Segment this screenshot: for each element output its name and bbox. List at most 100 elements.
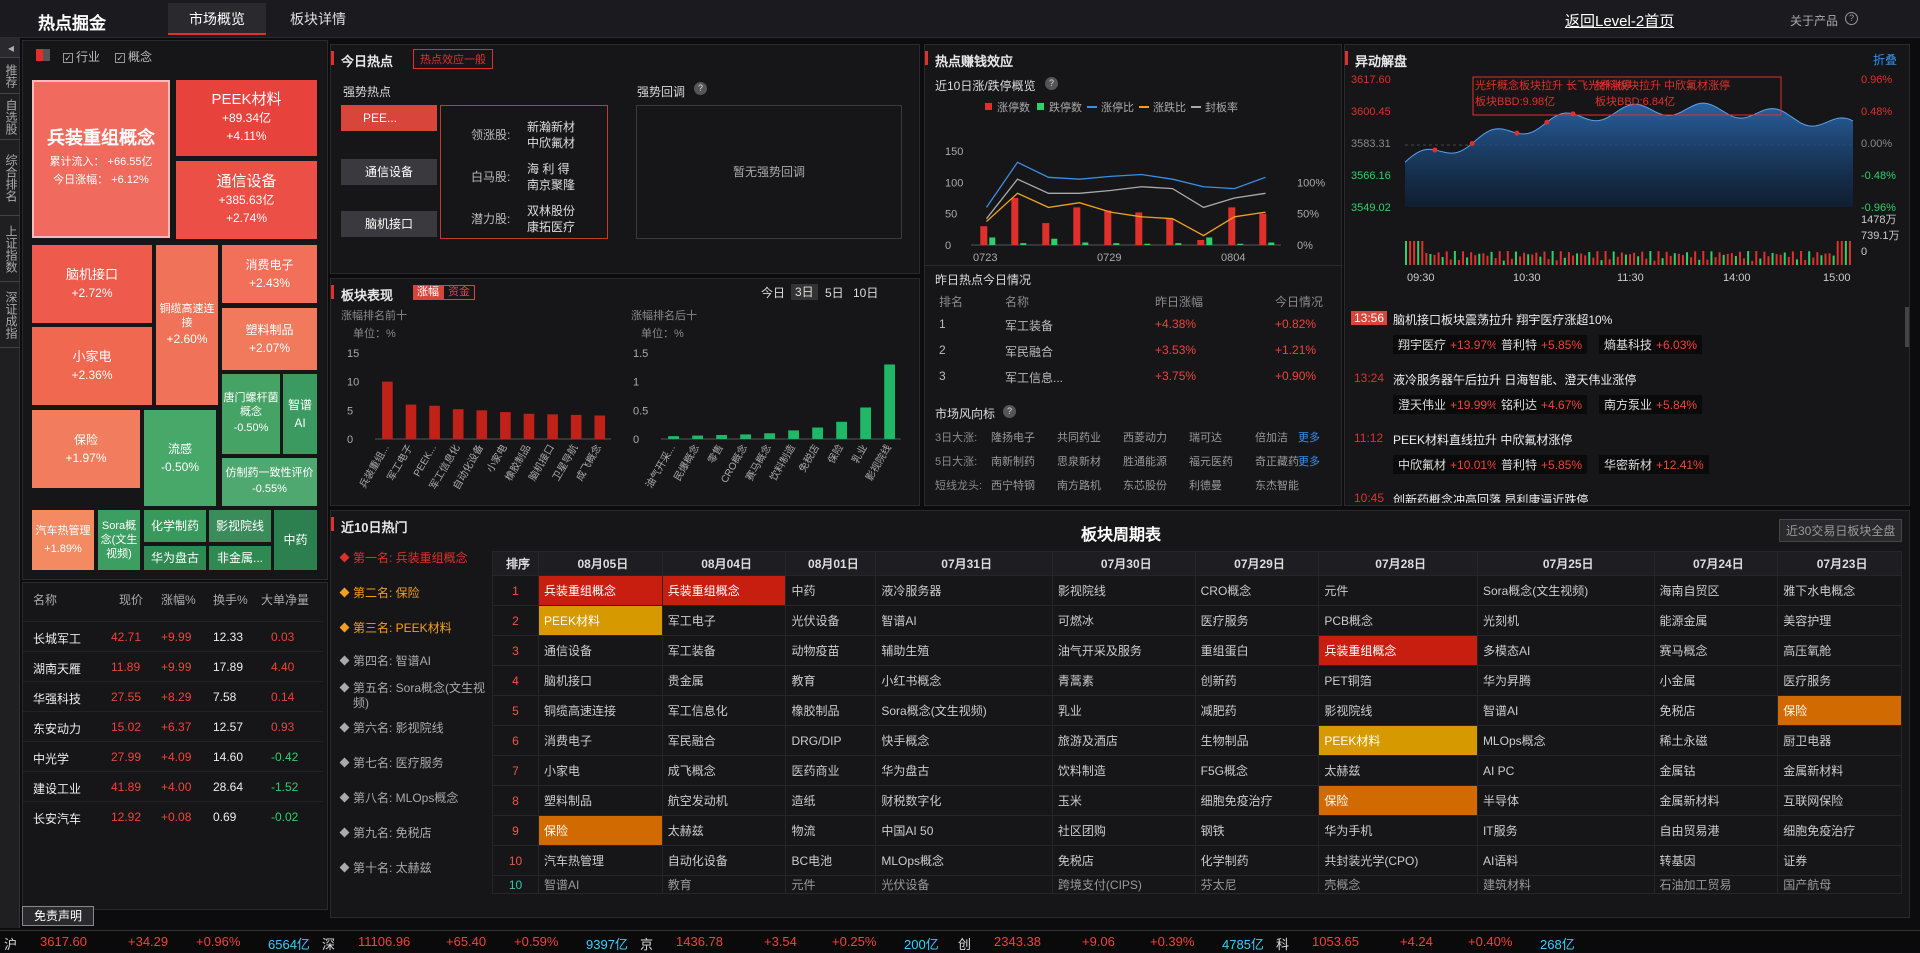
cycle-sector-cell[interactable]: 转基因 (1653, 845, 1779, 876)
cycle-sector-cell[interactable]: 通信设备 (538, 635, 663, 666)
index-name[interactable]: 科 (1276, 934, 1289, 953)
tile-consumer-elec[interactable]: 消费电子 +2.43% (222, 245, 317, 303)
tile-plastics[interactable]: 塑料制品 +2.07% (222, 308, 317, 370)
help-icon[interactable]: ? (1003, 405, 1016, 418)
index-name[interactable]: 京 (640, 934, 653, 953)
cycle-sector-cell[interactable]: 军民融合 (661, 725, 787, 756)
cycle-sector-cell[interactable]: MLOps概念 (1476, 725, 1655, 756)
hot10-item[interactable]: 第十名: 太赫兹 (341, 861, 491, 876)
cycle-sector-cell[interactable]: 金属新材料 (1777, 755, 1902, 786)
cycle-sector-cell[interactable]: 保险 (538, 815, 663, 846)
cycle-sector-cell[interactable]: 玉米 (1051, 785, 1196, 816)
cycle-sector-cell[interactable]: 自动化设备 (661, 845, 787, 876)
cycle-sector-cell[interactable]: 脑机接口 (538, 665, 663, 696)
hot10-item[interactable]: 第六名: 影视院线 (341, 721, 491, 736)
cycle-sector-cell[interactable]: 影视院线 (1318, 695, 1478, 726)
event-title[interactable]: PEEK材料直线拉升 中欣氟材涨停 (1393, 431, 1572, 448)
yesterday-row[interactable]: 1 军工装备 +4.38% +0.82% (925, 311, 1343, 337)
cycle-sector-cell[interactable]: 旅游及酒店 (1051, 725, 1196, 756)
event-stock-chip[interactable]: 中欣氟材 +10.01% (1393, 455, 1503, 474)
event-dot[interactable] (1570, 111, 1576, 117)
cycle-sector-cell[interactable]: DRG/DIP (785, 725, 877, 756)
cycle-sector-cell[interactable]: 液冷服务器 (875, 575, 1053, 606)
event-title[interactable]: 液冷服务器午后拉升 日海智能、澄天伟业涨停 (1393, 371, 1636, 388)
hot10-item[interactable]: 第一名: 兵装重组概念 (341, 551, 491, 566)
cycle-sector-cell[interactable]: 智谱AI (1476, 695, 1655, 726)
cycle-sector-cell[interactable]: 小红书概念 (875, 665, 1053, 696)
cycle-sector-cell[interactable]: MLOps概念 (875, 845, 1053, 876)
cycle-sector-cell[interactable]: 海南自贸区 (1653, 575, 1779, 606)
filter-concept[interactable]: ✓ 概念 (115, 48, 152, 65)
tile-tcm[interactable]: 中药 (274, 510, 317, 570)
event-dot[interactable] (1514, 130, 1520, 136)
cycle-sector-cell[interactable]: 自由贸易港 (1653, 815, 1779, 846)
bottom10-bar[interactable] (812, 427, 823, 439)
event-title[interactable]: 创新药概念冲高回落 昂利康逼近跌停 (1393, 491, 1588, 503)
scrollbar[interactable] (1905, 307, 1909, 347)
cycle-sector-cell[interactable]: 金属新材料 (1653, 785, 1779, 816)
event-stock-chip[interactable]: 南方泵业 +5.84% (1599, 395, 1703, 414)
hot10-item[interactable]: 第八名: MLOps概念 (341, 791, 491, 806)
cycle-sector-cell[interactable]: 保险 (1777, 695, 1902, 726)
cycle-sector-cell[interactable]: 国产航母 (1777, 875, 1902, 894)
tile-ordnance-restructuring[interactable]: 兵装重组概念 累计流入： +66.55亿 今日涨幅： +6.12% (32, 80, 170, 238)
cycle-sector-cell[interactable]: 太赫兹 (661, 815, 787, 846)
cycle-sector-cell[interactable]: 元件 (1318, 575, 1478, 606)
tile-sora[interactable]: Sora概念(文生视频) (98, 510, 140, 570)
cycle-sector-cell[interactable]: 免税店 (1653, 695, 1779, 726)
wind-stock[interactable]: 西宁特钢 (991, 477, 1035, 493)
tile-comm-equip[interactable]: 通信设备 +385.63亿 +2.74% (176, 161, 317, 239)
wind-stock[interactable]: 胜通能源 (1123, 453, 1167, 469)
top10-bar[interactable] (570, 414, 582, 439)
tile-zhipu[interactable]: 智谱AI (283, 374, 317, 454)
event-stock-chip[interactable]: 铭利达 +4.67% (1496, 395, 1588, 414)
index-name[interactable]: 沪 (4, 934, 17, 953)
help-icon[interactable]: ? (1845, 12, 1858, 25)
help-icon[interactable]: ? (1045, 77, 1058, 90)
bottom10-bar[interactable] (836, 421, 847, 439)
hot10-item[interactable]: 第三名: PEEK材料 (341, 621, 491, 636)
wind-stock[interactable]: 南方路机 (1057, 477, 1101, 493)
wind-stock[interactable]: 倍加洁 (1255, 429, 1288, 445)
bottom10-bar[interactable] (716, 434, 727, 439)
top10-bar[interactable] (382, 381, 393, 439)
cycle-sector-cell[interactable]: 动物疫苗 (785, 635, 877, 666)
hot-btn-comm[interactable]: 通信设备 (341, 159, 437, 185)
hot10-item[interactable]: 第四名: 智谱AI (341, 654, 491, 669)
cycle-sector-cell[interactable]: 贵金属 (661, 665, 787, 696)
cycle-sector-cell[interactable]: 兵装重组概念 (661, 575, 787, 606)
tile-bci[interactable]: 脑机接口 +2.72% (32, 245, 152, 323)
cycle-sector-cell[interactable]: 教育 (785, 665, 877, 696)
white-stock[interactable]: 海 利 得 (527, 160, 570, 177)
cycle-sector-cell[interactable]: 成飞概念 (661, 755, 787, 786)
cycle-sector-cell[interactable]: 军工信息化 (661, 695, 787, 726)
cycle-sector-cell[interactable]: 辅助生殖 (875, 635, 1053, 666)
cycle-sector-cell[interactable]: 减肥药 (1194, 695, 1320, 726)
cycle-sector-cell[interactable]: 太赫兹 (1318, 755, 1478, 786)
tile-generic-drug[interactable]: 仿制药一致性评价 -0.55% (222, 458, 317, 506)
all-sectors-button[interactable]: 近30交易日板块全盘 (1779, 519, 1903, 542)
cycle-sector-cell[interactable]: 化学制药 (1194, 845, 1320, 876)
top10-bar[interactable] (476, 410, 488, 439)
hot10-item[interactable]: 第五名: Sora概念(文生视频) (341, 681, 491, 711)
side-tab-watchlist[interactable]: 自选股 (0, 94, 20, 140)
cycle-sector-cell[interactable]: 中国AI 50 (875, 815, 1053, 846)
cycle-sector-cell[interactable]: 钢铁 (1194, 815, 1320, 846)
cycle-sector-cell[interactable]: 兵装重组概念 (1318, 635, 1478, 666)
bottom10-bar[interactable] (788, 430, 799, 439)
yesterday-row[interactable]: 2 军民融合 +3.53% +1.21% (925, 337, 1343, 363)
cycle-sector-cell[interactable]: 消费电子 (538, 725, 663, 756)
tile-peek[interactable]: PEEK材料 +89.34亿 +4.11% (176, 80, 317, 156)
lead-stock[interactable]: 新瀚新材 (527, 118, 575, 135)
tile-ev-thermal[interactable]: 汽车热管理 +1.89% (32, 510, 94, 570)
hot10-item[interactable]: 第九名: 免税店 (341, 826, 491, 841)
cycle-sector-cell[interactable]: 军工电子 (661, 605, 787, 636)
cycle-sector-cell[interactable]: AI语料 (1476, 845, 1655, 876)
tile-flu[interactable]: 流感 -0.50% (144, 410, 216, 506)
cycle-sector-cell[interactable]: 华为盘古 (875, 755, 1053, 786)
stock-row[interactable]: 湖南天雁 11.89 +9.99 17.89 4.40 (23, 651, 323, 681)
cycle-sector-cell[interactable]: 金属钴 (1653, 755, 1779, 786)
cycle-sector-cell[interactable]: 航空发动机 (661, 785, 787, 816)
cycle-sector-cell[interactable]: 小金属 (1653, 665, 1779, 696)
top10-bar[interactable] (594, 415, 606, 439)
